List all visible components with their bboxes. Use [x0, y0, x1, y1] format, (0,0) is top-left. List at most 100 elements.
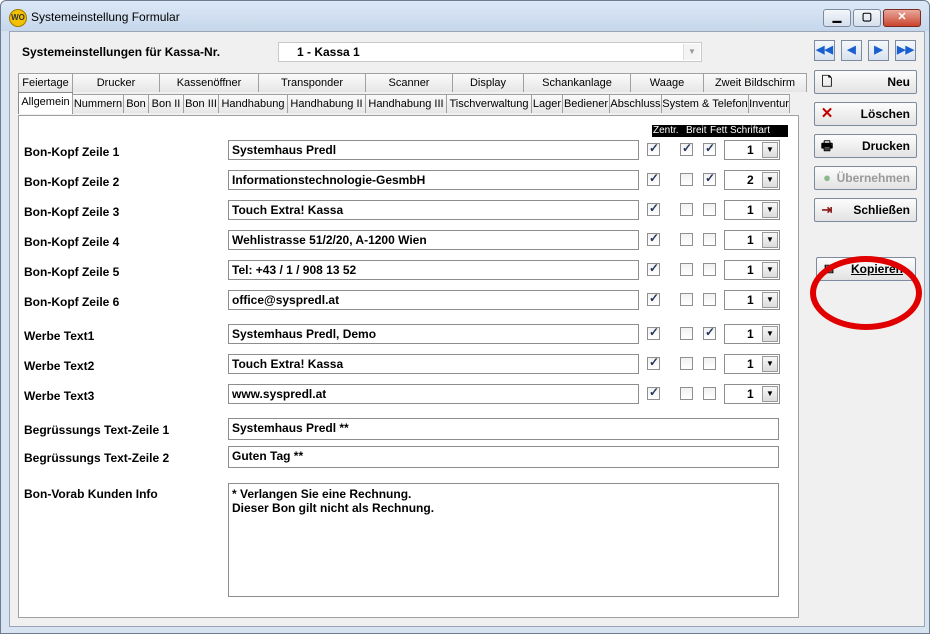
breit-checkbox[interactable]: [680, 357, 693, 370]
breit-checkbox[interactable]: [680, 173, 693, 186]
chevron-down-icon[interactable]: ▼: [762, 292, 778, 308]
zentr-checkbox[interactable]: [647, 385, 660, 400]
font-select[interactable]: 1 ▼: [724, 290, 780, 310]
chevron-down-icon[interactable]: ▼: [762, 202, 778, 218]
fett-checkbox[interactable]: [703, 325, 716, 340]
font-select[interactable]: 1 ▼: [724, 140, 780, 160]
fett-checkbox[interactable]: [703, 293, 716, 306]
tab-lager[interactable]: Lager: [531, 94, 563, 113]
greeting-text-field[interactable]: Systemhaus Predl **: [228, 418, 779, 440]
tab-waage[interactable]: Waage: [630, 73, 704, 92]
tab-drucker[interactable]: Drucker: [72, 73, 160, 92]
zentr-checkbox[interactable]: [647, 141, 660, 156]
previous-record-button[interactable]: ◀: [841, 40, 862, 61]
tab-nummern[interactable]: Nummern: [72, 94, 124, 113]
fett-checkbox[interactable]: [703, 263, 716, 276]
breit-checkbox[interactable]: [680, 141, 693, 156]
row-text-field[interactable]: Informationstechnologie-GesmbH: [228, 170, 639, 190]
last-record-button[interactable]: ▶▶: [895, 40, 916, 61]
chevron-down-icon[interactable]: ▼: [762, 356, 778, 372]
tab-allgemein[interactable]: Allgemein: [18, 92, 73, 114]
breit-checkbox[interactable]: [680, 263, 693, 276]
first-record-button[interactable]: ◀◀: [814, 40, 835, 61]
zentr-checkbox[interactable]: [647, 231, 660, 246]
row-text-field[interactable]: Systemhaus Predl, Demo: [228, 324, 639, 344]
breit-checkbox[interactable]: [680, 233, 693, 246]
apply-button[interactable]: ● Übernehmen: [814, 166, 917, 190]
row-text-field[interactable]: Systemhaus Predl: [228, 140, 639, 160]
fett-checkbox[interactable]: [703, 203, 716, 216]
chevron-down-icon[interactable]: ▼: [762, 262, 778, 278]
row-label: Bon-Kopf Zeile 2: [24, 175, 120, 189]
row-text-field[interactable]: office@syspredl.at: [228, 290, 639, 310]
fett-checkbox[interactable]: [703, 141, 716, 156]
font-select[interactable]: 2 ▼: [724, 170, 780, 190]
row-text-field[interactable]: Touch Extra! Kassa: [228, 200, 639, 220]
row-text-field[interactable]: Touch Extra! Kassa: [228, 354, 639, 374]
tab-bon[interactable]: Bon: [123, 94, 149, 113]
minimize-icon: ▁: [832, 11, 842, 23]
fett-checkbox[interactable]: [703, 387, 716, 400]
tab-system-telefon[interactable]: System & Telefon: [661, 94, 749, 113]
breit-checkbox[interactable]: [680, 387, 693, 400]
tab-zweit-bildschirm[interactable]: Zweit Bildschirm: [703, 73, 807, 92]
row-text-field[interactable]: www.syspredl.at: [228, 384, 639, 404]
customer-info-textarea[interactable]: * Verlangen Sie eine Rechnung. Dieser Bo…: [228, 483, 779, 597]
zentr-checkbox[interactable]: [647, 171, 660, 186]
tab-handhabung-ii[interactable]: Handhabung II: [287, 94, 366, 113]
row-text-field[interactable]: Wehlistrasse 51/2/20, A-1200 Wien: [228, 230, 639, 250]
tab-handhabung[interactable]: Handhabung: [218, 94, 288, 113]
row-text-field[interactable]: Tel: +43 / 1 / 908 13 52: [228, 260, 639, 280]
fett-checkbox[interactable]: [703, 233, 716, 246]
font-select[interactable]: 1 ▼: [724, 200, 780, 220]
breit-checkbox[interactable]: [680, 203, 693, 216]
chevron-down-icon[interactable]: ▼: [762, 232, 778, 248]
fett-checkbox[interactable]: [703, 171, 716, 186]
first-record-icon: ◀◀: [816, 44, 833, 56]
font-select[interactable]: 1 ▼: [724, 384, 780, 404]
copy-button[interactable]: ⧉ Kopieren: [816, 257, 916, 281]
chevron-down-icon[interactable]: ▼: [683, 44, 700, 60]
font-select[interactable]: 1 ▼: [724, 324, 780, 344]
print-button[interactable]: 🖶 Drucken: [814, 134, 917, 158]
font-select[interactable]: 1 ▼: [724, 230, 780, 250]
zentr-checkbox[interactable]: [647, 261, 660, 276]
zentr-checkbox[interactable]: [647, 291, 660, 306]
new-button[interactable]: 🗋 Neu: [814, 70, 917, 94]
tab-transponder[interactable]: Transponder: [258, 73, 366, 92]
zentr-checkbox[interactable]: [647, 355, 660, 370]
chevron-down-icon[interactable]: ▼: [762, 326, 778, 342]
chevron-down-icon[interactable]: ▼: [762, 172, 778, 188]
tab-inventur[interactable]: Inventur: [748, 94, 790, 113]
apply-check-icon: ●: [823, 170, 831, 185]
chevron-down-icon[interactable]: ▼: [762, 142, 778, 158]
maximize-button[interactable]: ▢: [853, 9, 881, 27]
tab-scanner[interactable]: Scanner: [365, 73, 453, 92]
tab-feiertage[interactable]: Feiertage: [18, 73, 73, 92]
font-select[interactable]: 1 ▼: [724, 354, 780, 374]
tab-abschluss[interactable]: Abschluss: [609, 94, 662, 113]
close-button[interactable]: ✕: [883, 9, 921, 27]
delete-button[interactable]: ✕ Löschen: [814, 102, 917, 126]
tab-tischverwaltung[interactable]: Tischverwaltung: [446, 94, 532, 113]
tab-bon-ii[interactable]: Bon II: [148, 94, 184, 113]
title-bar[interactable]: WO Systemeinstellung Formular ▁ ▢ ✕: [1, 1, 929, 31]
register-select[interactable]: 1 - Kassa 1 ▼: [278, 42, 702, 62]
tab-schankanlage[interactable]: Schankanlage: [523, 73, 631, 92]
greeting-text-field[interactable]: Guten Tag **: [228, 446, 779, 468]
zentr-checkbox[interactable]: [647, 201, 660, 216]
tab-kassenöffner[interactable]: Kassenöffner: [159, 73, 259, 92]
breit-checkbox[interactable]: [680, 293, 693, 306]
fett-checkbox[interactable]: [703, 357, 716, 370]
tab-display[interactable]: Display: [452, 73, 524, 92]
close-form-button[interactable]: ⇥ Schließen: [814, 198, 917, 222]
minimize-button[interactable]: ▁: [823, 9, 851, 27]
next-record-button[interactable]: ▶: [868, 40, 889, 61]
tab-bediener[interactable]: Bediener: [562, 94, 610, 113]
font-select[interactable]: 1 ▼: [724, 260, 780, 280]
tab-bon-iii[interactable]: Bon III: [183, 94, 219, 113]
zentr-checkbox[interactable]: [647, 325, 660, 340]
tab-handhabung-iii[interactable]: Handhabung III: [365, 94, 447, 113]
chevron-down-icon[interactable]: ▼: [762, 386, 778, 402]
breit-checkbox[interactable]: [680, 327, 693, 340]
